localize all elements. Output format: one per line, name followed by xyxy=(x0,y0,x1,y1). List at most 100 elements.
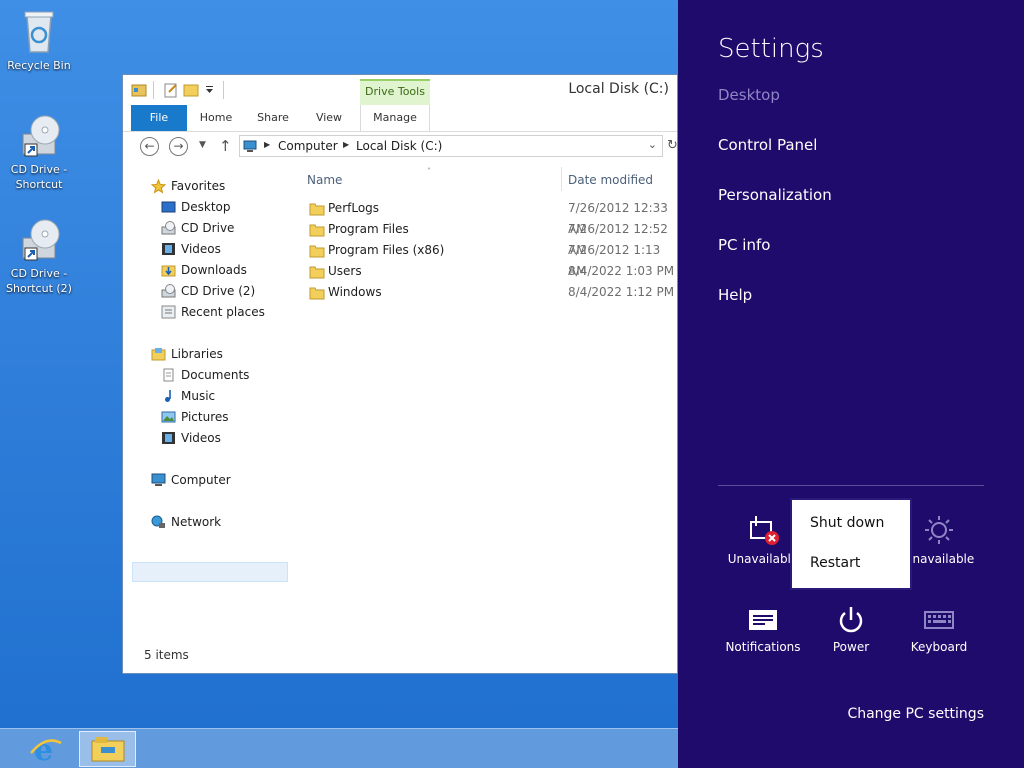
star-icon xyxy=(151,179,166,194)
breadcrumb-local-disk[interactable]: Local Disk (C:) xyxy=(356,139,442,153)
cd-drive-icon xyxy=(22,219,60,261)
cd-drive-icon xyxy=(161,284,176,298)
nav-library-videos-label: Videos xyxy=(181,431,221,445)
cd-drive-shortcut-desktop-icon[interactable]: CD Drive - Shortcut xyxy=(0,114,78,192)
notifications-quick-setting[interactable]: Notifications xyxy=(718,606,808,654)
file-name: Program Files xyxy=(328,222,409,236)
address-dropdown-chevron-icon[interactable]: ⌄ xyxy=(648,138,657,151)
restart-menu-item[interactable]: Restart xyxy=(810,552,860,574)
nav-cd-drive-label: CD Drive xyxy=(181,221,235,235)
file-date: 8/4/2022 1:12 PM xyxy=(568,285,675,299)
folder-icon xyxy=(309,266,325,279)
nav-recent-places-label: Recent places xyxy=(181,305,265,319)
desktop-background: Recycle Bin CD Drive - Shortcut CD Drive… xyxy=(0,0,678,768)
nav-videos-label: Videos xyxy=(181,242,221,256)
notifications-icon xyxy=(749,610,777,630)
change-pc-settings-link[interactable]: Change PC settings xyxy=(847,706,984,722)
tab-manage[interactable]: Manage xyxy=(360,105,430,131)
settings-charm-pane: Settings Desktop Control Panel Personali… xyxy=(678,0,1024,768)
control-panel-link[interactable]: Control Panel xyxy=(718,136,817,154)
file-row[interactable]: Program Files (x86) 7/26/2012 1:13 AM xyxy=(299,240,677,278)
column-header-date-modified[interactable]: Date modified xyxy=(568,173,653,187)
cd-drive-icon xyxy=(22,115,60,157)
nav-favorites-label: Favorites xyxy=(171,179,226,193)
nav-cd-drive-2-label: CD Drive (2) xyxy=(181,284,256,298)
folder-icon xyxy=(309,224,325,237)
tab-view[interactable]: View xyxy=(307,105,351,131)
file-explorer-icon xyxy=(91,737,125,762)
recent-places-icon xyxy=(161,305,176,319)
nav-libraries-label: Libraries xyxy=(171,347,223,361)
network-unavailable-icon xyxy=(750,516,779,545)
drive-tools-context-header: Drive Tools xyxy=(360,79,430,105)
explorer-app-icon xyxy=(131,84,147,97)
file-explorer-taskbar-button[interactable] xyxy=(79,731,136,767)
address-row: ← → ▼ ↑ ▶ Computer ▶ Local Disk (C:) ⌄ ↻ xyxy=(123,132,677,162)
settings-title: Settings xyxy=(718,34,824,64)
computer-icon xyxy=(151,473,166,486)
shut-down-menu-item[interactable]: Shut down xyxy=(810,512,884,534)
refresh-icon[interactable]: ↻ xyxy=(667,138,677,153)
column-header-name[interactable]: Name xyxy=(307,173,342,187)
window-title: Local Disk (C:) xyxy=(568,81,669,97)
file-name: PerfLogs xyxy=(328,201,380,215)
nav-computer-selection xyxy=(132,562,288,582)
pc-info-link[interactable]: PC info xyxy=(718,236,770,254)
file-explorer-window: Drive Tools Local Disk (C:) File Home Sh… xyxy=(122,74,678,674)
file-row[interactable]: Users 8/4/2022 1:03 PM xyxy=(299,261,677,282)
breadcrumb-computer[interactable]: Computer xyxy=(278,139,338,153)
address-bar[interactable]: ▶ Computer ▶ Local Disk (C:) ⌄ xyxy=(239,135,663,157)
file-date: 8/4/2022 1:03 PM xyxy=(568,264,675,278)
recycle-bin-label: Recycle Bin xyxy=(7,59,71,72)
sort-ascending-icon: ˄ xyxy=(427,167,431,176)
cd-drive-shortcut-2-label: CD Drive - Shortcut (2) xyxy=(6,267,72,295)
cd-drive-shortcut-2-desktop-icon[interactable]: CD Drive - Shortcut (2) xyxy=(0,218,78,296)
keyboard-icon xyxy=(924,611,954,629)
tab-file[interactable]: File xyxy=(131,105,187,131)
help-link[interactable]: Help xyxy=(718,286,752,304)
up-arrow-icon[interactable]: ↑ xyxy=(219,137,232,155)
personalization-link[interactable]: Personalization xyxy=(718,186,832,204)
film-icon xyxy=(162,243,175,255)
recycle-bin-desktop-icon[interactable]: Recycle Bin xyxy=(0,8,78,73)
title-bar: Drive Tools Local Disk (C:) xyxy=(123,75,677,105)
downloads-folder-icon xyxy=(161,265,176,277)
file-row[interactable]: PerfLogs 7/26/2012 12:33 AM xyxy=(299,198,677,236)
taskbar: e xyxy=(0,728,678,768)
status-bar-item-count: 5 items xyxy=(144,648,189,662)
libraries-icon xyxy=(151,348,166,361)
forward-button[interactable]: → xyxy=(169,137,188,156)
file-row[interactable]: Program Files 7/26/2012 12:52 AM xyxy=(299,219,677,257)
folder-icon xyxy=(309,245,325,258)
forward-arrow-icon: → xyxy=(173,139,184,153)
recycle-bin-icon xyxy=(24,11,54,53)
nav-network-label: Network xyxy=(171,515,222,529)
notifications-label: Notifications xyxy=(725,640,801,654)
back-button[interactable]: ← xyxy=(140,137,159,156)
nav-music-label: Music xyxy=(181,389,216,403)
recent-locations-chevron-icon[interactable]: ▼ xyxy=(199,140,206,150)
folder-icon xyxy=(309,287,325,300)
nav-documents-label: Documents xyxy=(181,368,250,382)
computer-icon xyxy=(243,140,257,152)
brightness-icon xyxy=(925,516,953,544)
tab-home[interactable]: Home xyxy=(193,105,239,131)
new-folder-icon[interactable] xyxy=(183,82,199,98)
back-arrow-icon: ← xyxy=(144,139,155,153)
keyboard-quick-setting[interactable]: Keyboard xyxy=(894,606,984,654)
qat-dropdown-icon[interactable] xyxy=(205,86,214,94)
properties-icon[interactable] xyxy=(163,82,179,98)
charm-divider xyxy=(718,485,984,486)
file-name: Users xyxy=(328,264,362,278)
internet-explorer-taskbar-button[interactable]: e xyxy=(24,731,68,768)
power-quick-setting[interactable]: Power xyxy=(806,606,896,654)
settings-context-desktop: Desktop xyxy=(718,86,780,104)
music-note-icon xyxy=(165,390,171,402)
power-label: Power xyxy=(832,640,870,654)
tab-share[interactable]: Share xyxy=(249,105,297,131)
folder-icon xyxy=(309,203,325,216)
internet-explorer-icon: e xyxy=(30,733,62,768)
file-row[interactable]: Windows 8/4/2022 1:12 PM xyxy=(299,282,677,303)
documents-icon xyxy=(163,368,174,382)
desktop-icon xyxy=(161,201,176,213)
